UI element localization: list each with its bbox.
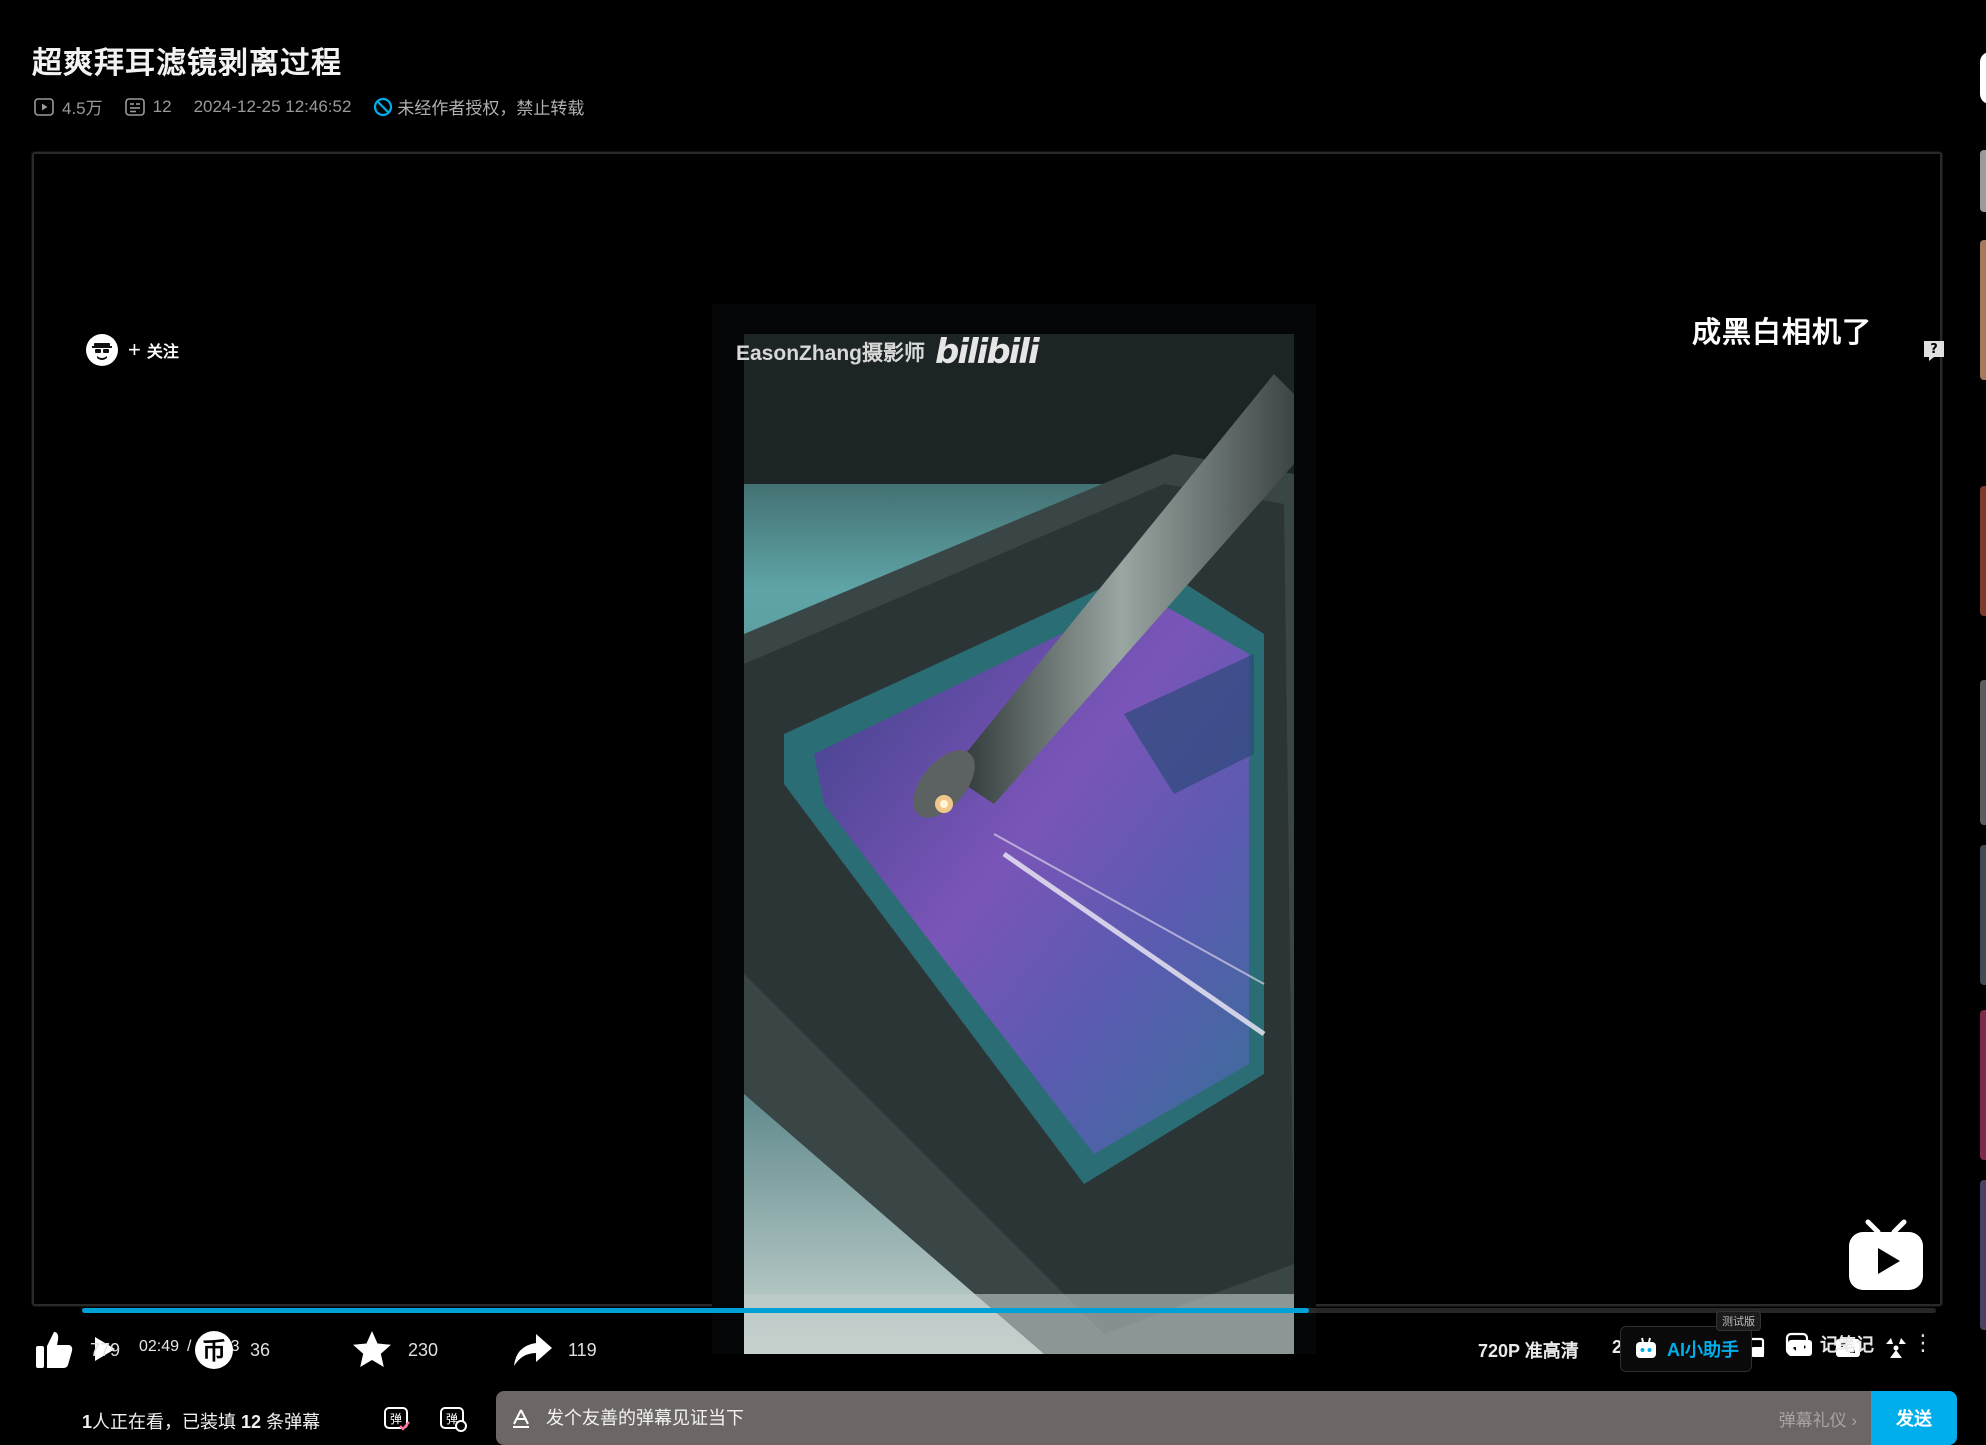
sidebar-avatar-edge[interactable]: [1980, 52, 1986, 104]
take-note-button[interactable]: 记笔记: [1784, 1330, 1874, 1358]
coin-button[interactable]: 币 36: [192, 1328, 270, 1372]
ai-assistant-button[interactable]: AI小助手: [1620, 1326, 1752, 1372]
svg-text:弹: 弹: [390, 1412, 402, 1426]
danmaku-settings-icon[interactable]: 弹: [438, 1404, 468, 1434]
fullscreen-icon[interactable]: [1882, 1334, 1910, 1362]
danmaku-input-box[interactable]: 弹幕礼仪 ›: [496, 1391, 1871, 1445]
svg-text:?: ?: [1930, 342, 1938, 357]
follow-button[interactable]: + 关注: [128, 337, 179, 363]
view-count: 4.5万: [34, 94, 103, 119]
sidebar-thumb-edge[interactable]: [1980, 150, 1986, 212]
video-content: [744, 334, 1294, 1354]
follow-label: 关注: [146, 344, 179, 361]
sidebar-thumb-edge[interactable]: [1980, 845, 1986, 985]
star-icon: [353, 1331, 391, 1367]
sidebar-thumb-edge[interactable]: [1980, 1180, 1986, 1330]
video-title: 超爽拜耳滤镜剥离过程: [32, 47, 342, 80]
time-separator: /: [187, 1338, 192, 1355]
bilibili-tv-logo: [1849, 1219, 1923, 1290]
viewers-count: 1: [82, 1412, 93, 1432]
loaded-suffix: 条弹幕: [266, 1412, 321, 1432]
video-watermark: EasonZhang摄影师 bilibili: [736, 332, 1040, 372]
publish-time-text: 2024-12-25 12:46:52: [193, 96, 352, 116]
danmaku-etiquette-link[interactable]: 弹幕礼仪 ›: [1779, 1406, 1857, 1431]
danmaku-count-icon: [124, 97, 145, 116]
avatar[interactable]: [86, 334, 118, 366]
plus-icon: +: [128, 337, 141, 362]
share-icon: [514, 1334, 552, 1366]
prohibited-icon: [374, 97, 393, 116]
ai-assistant-label: AI小助手: [1667, 1340, 1739, 1360]
quality-button[interactable]: 720P 准高清: [1478, 1337, 1579, 1363]
danmaku-count-text: 12: [152, 96, 172, 116]
danmaku-count: 12: [124, 96, 172, 117]
thumbs-up-icon: [36, 1332, 73, 1368]
like-count: 779: [90, 1339, 121, 1360]
share-button[interactable]: 119: [510, 1328, 597, 1372]
copyright-notice: 未经作者授权，禁止转载: [373, 94, 584, 119]
uploader-avatar-icon: [90, 338, 114, 362]
send-button[interactable]: 发送: [1871, 1391, 1957, 1445]
viewers-text: 人正在看，已装填: [92, 1412, 237, 1432]
ai-robot-icon: [1636, 1337, 1656, 1358]
share-count: 119: [568, 1339, 597, 1360]
feedback-icon[interactable]: ?: [1922, 338, 1946, 362]
current-time: 02:49: [139, 1338, 180, 1355]
sidebar-thumb-edge[interactable]: [1980, 1010, 1986, 1160]
play-count-icon: [34, 97, 54, 116]
uploader-follow[interactable]: + 关注: [86, 334, 179, 366]
viewer-info: 1人正在看，已装填 12 条弹幕: [82, 1408, 320, 1434]
sidebar-thumb-edge[interactable]: [1980, 680, 1986, 825]
danmaku-overlay-text: 成黑白相机了: [1692, 317, 1873, 349]
take-note-label: 记笔记: [1820, 1335, 1874, 1355]
sidebar-thumb-edge[interactable]: [1980, 240, 1986, 380]
danmaku-style-icon[interactable]: [510, 1407, 532, 1429]
beta-badge: 测试版: [1716, 1311, 1761, 1331]
sidebar-thumb-edge[interactable]: [1980, 486, 1986, 616]
bilibili-logo: bilibili: [935, 332, 1040, 372]
like-button[interactable]: 779: [32, 1328, 120, 1372]
favorite-count: 230: [408, 1339, 439, 1360]
coin-icon: 币: [195, 1331, 233, 1369]
note-icon: [1785, 1332, 1811, 1356]
view-count-text: 4.5万: [62, 99, 103, 118]
copyright-notice-text: 未经作者授权，禁止转载: [397, 99, 585, 118]
progress-fill: [82, 1308, 1309, 1313]
loaded-count: 12: [241, 1412, 262, 1432]
favorite-button[interactable]: 230: [350, 1328, 438, 1372]
publish-time: 2024-12-25 12:46:52: [194, 97, 352, 117]
video-player[interactable]: EasonZhang摄影师 bilibili + 关注 成黑白相机了 ? 02:…: [32, 152, 1957, 1445]
danmaku-input[interactable]: [544, 1406, 1779, 1430]
svg-text:币: 币: [202, 1337, 226, 1365]
coin-count: 36: [250, 1339, 271, 1360]
video-meta: 4.5万 12 2024-12-25 12:46:52 未经作者授权，禁止转载: [34, 94, 606, 119]
danmaku-toggle-icon[interactable]: 弹: [382, 1404, 412, 1434]
more-options-icon[interactable]: ⋮: [1912, 1330, 1934, 1356]
watermark-text: EasonZhang摄影师: [736, 342, 926, 365]
